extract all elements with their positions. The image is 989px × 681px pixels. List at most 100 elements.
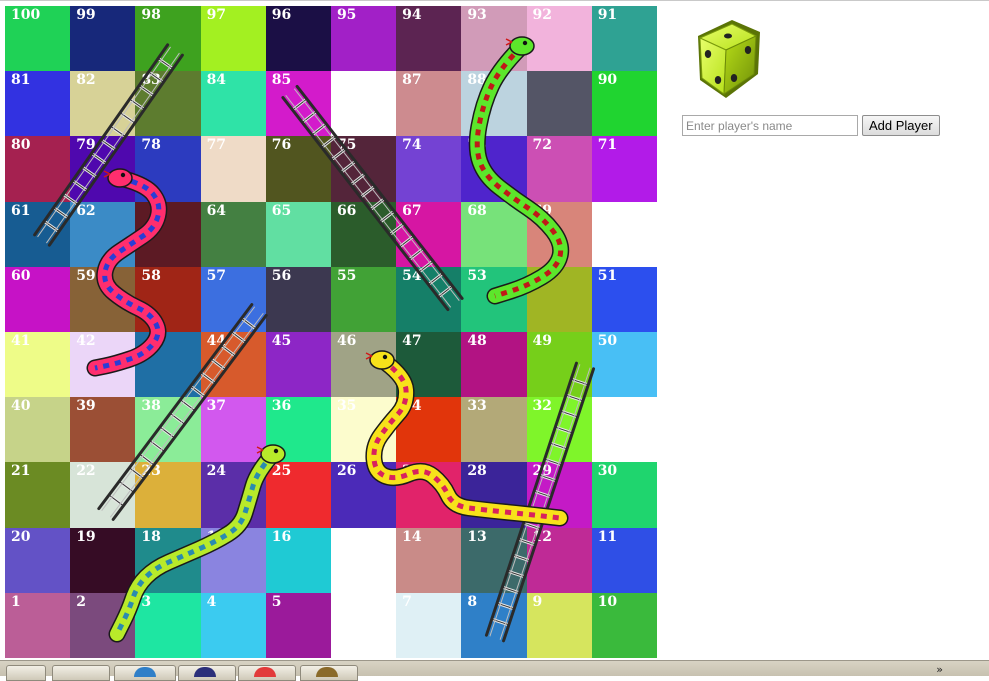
board-cell: 42	[70, 331, 136, 398]
cell-number: 53	[467, 267, 487, 284]
board-cell: 91	[591, 6, 657, 72]
board-cell: 98	[135, 6, 201, 72]
start-button[interactable]	[6, 665, 46, 681]
board-cell: 32	[526, 397, 592, 463]
board-cell: 48	[461, 331, 527, 398]
board-cell: 26	[330, 462, 397, 528]
board-cell	[135, 331, 201, 398]
cell-number: 75	[336, 137, 357, 154]
cell-number: 29	[532, 463, 552, 480]
board-cell: 41	[5, 331, 71, 398]
cell-number: 64	[206, 202, 227, 219]
board-cell: 21	[5, 462, 71, 528]
board-cell: 85	[265, 71, 331, 137]
cell-number: 48	[467, 332, 487, 349]
add-player-form: Add Player	[682, 115, 940, 136]
board-cell: 34	[396, 397, 462, 463]
board-cell	[591, 397, 657, 463]
board-cell: 27	[396, 462, 462, 528]
board-cell	[135, 201, 201, 267]
board-cell: 37	[200, 397, 266, 463]
cell-number: 67	[402, 202, 422, 219]
cell-number: 97	[206, 7, 227, 23]
board-cell: 11	[591, 527, 657, 593]
cell-number: 1	[11, 593, 21, 610]
board-cell: 9	[526, 592, 592, 658]
taskbar-item-explorer[interactable]	[52, 665, 110, 681]
chevron-right-icon[interactable]: »	[936, 663, 943, 676]
cell-number: 59	[76, 267, 96, 284]
cell-number: 66	[336, 202, 357, 219]
cell-number: 16	[271, 528, 292, 545]
board-cell: 54	[396, 266, 462, 332]
cell-number: 21	[11, 463, 31, 480]
board-cell: 94	[396, 6, 462, 72]
board-cell: 97	[200, 6, 266, 72]
cell-number: 22	[76, 463, 96, 480]
board-cell: 28	[461, 462, 527, 528]
board-cell	[330, 71, 397, 137]
board-cell: 99	[70, 6, 136, 72]
cell-number: 14	[402, 528, 422, 545]
board-cell: 80	[5, 136, 71, 202]
cell-number: 39	[76, 398, 96, 415]
cell-number: 65	[271, 202, 292, 219]
cell-number: 99	[76, 7, 96, 23]
cell-number: 82	[76, 72, 96, 89]
cell-number: 84	[206, 72, 227, 89]
cell-number: 42	[76, 332, 96, 349]
cell-number: 50	[597, 332, 618, 349]
cell-number: 73	[467, 137, 487, 154]
cell-number: 26	[336, 463, 357, 480]
board-cell: 4	[200, 592, 266, 658]
cell-number: 40	[11, 398, 31, 415]
board-cell: 45	[265, 331, 331, 398]
cell-number: 32	[532, 398, 552, 415]
cell-number: 61	[11, 202, 31, 219]
cell-number: 49	[532, 332, 552, 349]
cell-number: 90	[597, 72, 618, 89]
board-cell: 7	[396, 592, 462, 658]
cell-number: 17	[206, 528, 227, 545]
board-cell: 36	[265, 397, 331, 463]
cell-number: 56	[271, 267, 292, 284]
board-cell: 30	[591, 462, 657, 528]
cell-number: 41	[11, 332, 31, 349]
add-player-button[interactable]: Add Player	[862, 115, 940, 136]
board-cell: 60	[5, 266, 71, 332]
cell-number: 10	[597, 593, 618, 610]
board-cell: 83	[135, 71, 201, 137]
cell-number: 98	[141, 7, 161, 23]
board-cell: 17	[200, 527, 266, 593]
board-cell: 81	[5, 71, 71, 137]
board-cell: 53	[461, 266, 527, 332]
board-cell: 96	[265, 6, 331, 72]
board-cell: 88	[461, 71, 527, 137]
cell-number: 85	[271, 72, 292, 89]
board-cell: 12	[526, 527, 592, 593]
cell-number: 23	[141, 463, 161, 480]
board-cell: 95	[330, 6, 397, 72]
board-cell: 22	[70, 462, 136, 528]
cell-number: 20	[11, 528, 31, 545]
cell-number: 74	[402, 137, 422, 154]
cell-number: 19	[76, 528, 96, 545]
dice-icon[interactable]	[692, 14, 764, 104]
cell-number: 54	[402, 267, 422, 284]
cell-number: 38	[141, 398, 161, 415]
cell-number: 37	[206, 398, 227, 415]
cell-number: 57	[206, 267, 227, 284]
player-name-input[interactable]	[682, 115, 858, 136]
board-cell: 25	[265, 462, 331, 528]
cell-number: 45	[271, 332, 292, 349]
board-cell: 93	[461, 6, 527, 72]
board-cell: 69	[526, 201, 592, 267]
cell-number: 71	[597, 137, 618, 154]
cell-number: 76	[271, 137, 292, 154]
board-cell: 58	[135, 266, 201, 332]
board-cell: 19	[70, 527, 136, 593]
board-cell: 90	[591, 71, 657, 137]
cell-number: 28	[467, 463, 487, 480]
cell-number: 100	[11, 7, 41, 23]
board-cell: 13	[461, 527, 527, 593]
